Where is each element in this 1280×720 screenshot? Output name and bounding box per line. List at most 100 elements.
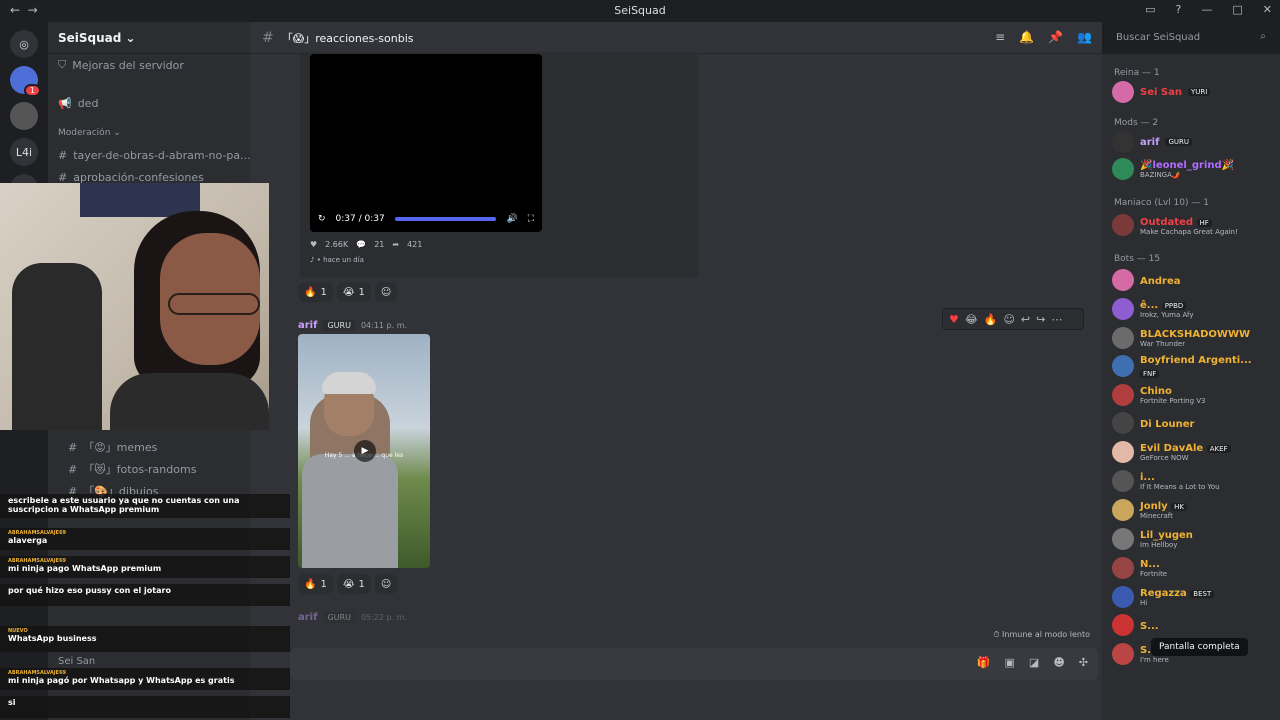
more-icon[interactable]: ⋯ xyxy=(1051,313,1062,326)
help-icon[interactable]: ? xyxy=(1176,3,1182,16)
replay-icon[interactable]: ↻ xyxy=(318,214,326,224)
apps-icon[interactable]: ✣ xyxy=(1079,656,1088,669)
heart-reaction-icon[interactable]: ♥ xyxy=(949,313,959,326)
close-icon[interactable]: ✕ xyxy=(1263,3,1272,16)
message-composer[interactable]: 🎁 ▣ ◪ ☻ ✣ xyxy=(290,648,1098,680)
add-reaction-button[interactable]: ☺ xyxy=(374,282,398,302)
play-icon[interactable]: ▶ xyxy=(354,440,376,462)
member-item[interactable]: Evil DavAle AKEF GeForce NOW xyxy=(1102,437,1280,466)
chat-message: escribele a este usuario ya que no cuent… xyxy=(0,494,290,518)
reaction-fire[interactable]: 🔥 1 xyxy=(298,282,333,302)
member-item[interactable]: Di Louner xyxy=(1102,409,1280,437)
member-item[interactable]: S... xyxy=(1102,611,1280,639)
embed-source: hace un día xyxy=(323,256,364,264)
fire-reaction-icon[interactable]: 🔥 xyxy=(984,313,998,326)
message-header: arif GURU 04:11 p. m. xyxy=(298,320,407,331)
sticker-icon[interactable]: ◪ xyxy=(1029,656,1039,669)
laugh-reaction-icon[interactable]: 😂 xyxy=(965,313,978,326)
member-item[interactable]: Jonly HK Minecraft xyxy=(1102,495,1280,524)
member-item[interactable]: i... If It Means a Lot to You xyxy=(1102,466,1280,495)
member-status: Fortnite xyxy=(1140,570,1168,578)
minimize-icon[interactable]: — xyxy=(1201,3,1212,16)
comment-icon: 💬 xyxy=(356,240,367,249)
member-text: ê... PPBD Irokz, Yuma Afy xyxy=(1140,298,1194,319)
server-label: L4i xyxy=(15,145,33,159)
member-item[interactable]: Boyfriend Argenti... FNF xyxy=(1102,352,1280,380)
channel-item[interactable]: ⛉ Mejoras del servidor xyxy=(48,54,250,76)
video-progress-bar[interactable] xyxy=(394,217,497,221)
discord-home-icon[interactable]: ◎ xyxy=(10,30,38,58)
inbox-icon[interactable]: ▭ xyxy=(1145,3,1155,16)
window-controls[interactable]: ▭ ? — □ ✕ xyxy=(1145,3,1272,16)
header-tools: ≡ 🔔 📌 👥 xyxy=(995,30,1092,44)
member-item[interactable]: N... Fortnite xyxy=(1102,553,1280,582)
add-reaction-icon[interactable]: ☺ xyxy=(1003,313,1014,326)
member-item[interactable]: 🎉leonel_grind🎉 BAZINGA🌶️ xyxy=(1102,154,1280,184)
member-item[interactable]: Andrea xyxy=(1102,266,1280,294)
threads-icon[interactable]: ≡ xyxy=(995,30,1005,44)
member-status: GeForce NOW xyxy=(1140,454,1189,462)
member-item[interactable]: arif GURU xyxy=(1102,130,1280,154)
chat-text: WhatsApp business xyxy=(8,634,97,643)
channel-header: # 「😱」reacciones-sonbis ≡ 🔔 📌 👥 xyxy=(250,22,1102,54)
message-author[interactable]: arif xyxy=(298,320,317,331)
message-author[interactable]: arif xyxy=(298,612,317,623)
server-icon[interactable]: 1 xyxy=(10,66,41,97)
member-item[interactable]: Regazza BEST Hi xyxy=(1102,582,1280,611)
member-category: Bots — 15 xyxy=(1114,254,1161,264)
emoji-icon[interactable]: ☻ xyxy=(1053,656,1064,669)
chat-message: NUEVO WhatsApp business xyxy=(0,626,290,652)
member-item[interactable]: Lil_yugen Im Hellboy xyxy=(1102,524,1280,553)
channel-item[interactable]: 📢 ded xyxy=(48,92,250,114)
member-category: Maniaco (Lvl 10) — 1 xyxy=(1114,198,1209,208)
forward-icon[interactable]: ↪ xyxy=(1036,313,1045,326)
member-tag: BEST xyxy=(1190,590,1215,598)
gift-icon[interactable]: 🎁 xyxy=(977,656,991,669)
avatar xyxy=(1112,614,1134,636)
video-time: 0:37 / 0:37 xyxy=(335,214,385,224)
member-name: BLACKSHADOWWW xyxy=(1140,329,1251,340)
pin-icon[interactable]: 📌 xyxy=(1048,30,1063,44)
add-reaction-button[interactable]: ☺ xyxy=(374,574,398,594)
member-item[interactable]: ê... PPBD Irokz, Yuma Afy xyxy=(1102,294,1280,323)
message-header: arif GURU 05:22 p. m. xyxy=(298,612,407,623)
member-item[interactable]: Chino Fortnite Porting V3 xyxy=(1102,380,1280,409)
reaction-count: 1 xyxy=(358,578,365,590)
message-actions-bar: ♥ 😂 🔥 ☺ ↩ ↪ ⋯ xyxy=(942,308,1084,330)
video-player[interactable]: ↻ 0:37 / 0:37 🔊 ⛶ xyxy=(310,54,542,232)
channel-item[interactable]: # tayer-de-obras-d-abram-no-pa... xyxy=(48,144,250,166)
member-item[interactable]: Sei San YURI xyxy=(1102,80,1280,104)
member-name: Outdated xyxy=(1140,216,1194,228)
reply-icon[interactable]: ↩ xyxy=(1021,313,1030,326)
server-icon[interactable] xyxy=(10,102,38,130)
server-header[interactable]: SeiSquad ⌄ xyxy=(48,22,250,54)
member-name: Di Louner xyxy=(1140,418,1195,430)
avatar xyxy=(1112,412,1134,434)
maximize-icon[interactable]: □ xyxy=(1232,3,1242,16)
fullscreen-icon[interactable]: ⛶ xyxy=(528,214,534,224)
reaction-cry[interactable]: 😭 1 xyxy=(336,574,371,594)
member-tag: YURI xyxy=(1187,88,1211,96)
channel-label: ded xyxy=(77,96,99,110)
slowmode-text: Inmune al modo lento xyxy=(1002,630,1090,639)
reaction-cry[interactable]: 😭 1 xyxy=(336,282,371,302)
gif-icon[interactable]: ▣ xyxy=(1005,656,1015,669)
video-thumbnail[interactable]: Hay 5 ... a hace ... que les ▶ xyxy=(298,334,430,568)
member-tag: GURU xyxy=(1165,138,1193,146)
server-icon[interactable]: L4i xyxy=(10,138,38,166)
avatar xyxy=(1112,269,1134,291)
webcam-glasses xyxy=(168,293,260,315)
server-badge: 1 xyxy=(23,84,41,97)
category-header[interactable]: Moderación ⌄ xyxy=(48,122,250,144)
member-item[interactable]: BLACKSHADOWWW War Thunder xyxy=(1102,323,1280,352)
guild-tag: GURU xyxy=(323,612,355,623)
bell-icon[interactable]: 🔔 xyxy=(1019,30,1034,44)
members-icon[interactable]: 👥 xyxy=(1077,30,1092,44)
volume-icon[interactable]: 🔊 xyxy=(506,214,517,224)
reaction-fire[interactable]: 🔥 1 xyxy=(298,574,333,594)
member-item[interactable]: Outdated HF Make Cachapa Great Again! xyxy=(1102,210,1280,240)
search-input[interactable]: Buscar SeiSquad ⌕ xyxy=(1110,28,1272,48)
chat-message: ABRAHAMSALVAJE69 mi ninja pagó por Whatsa… xyxy=(0,668,290,690)
chat-user: ABRAHAMSALVAJE69 xyxy=(8,530,67,536)
member-status: If It Means a Lot to You xyxy=(1140,483,1220,491)
